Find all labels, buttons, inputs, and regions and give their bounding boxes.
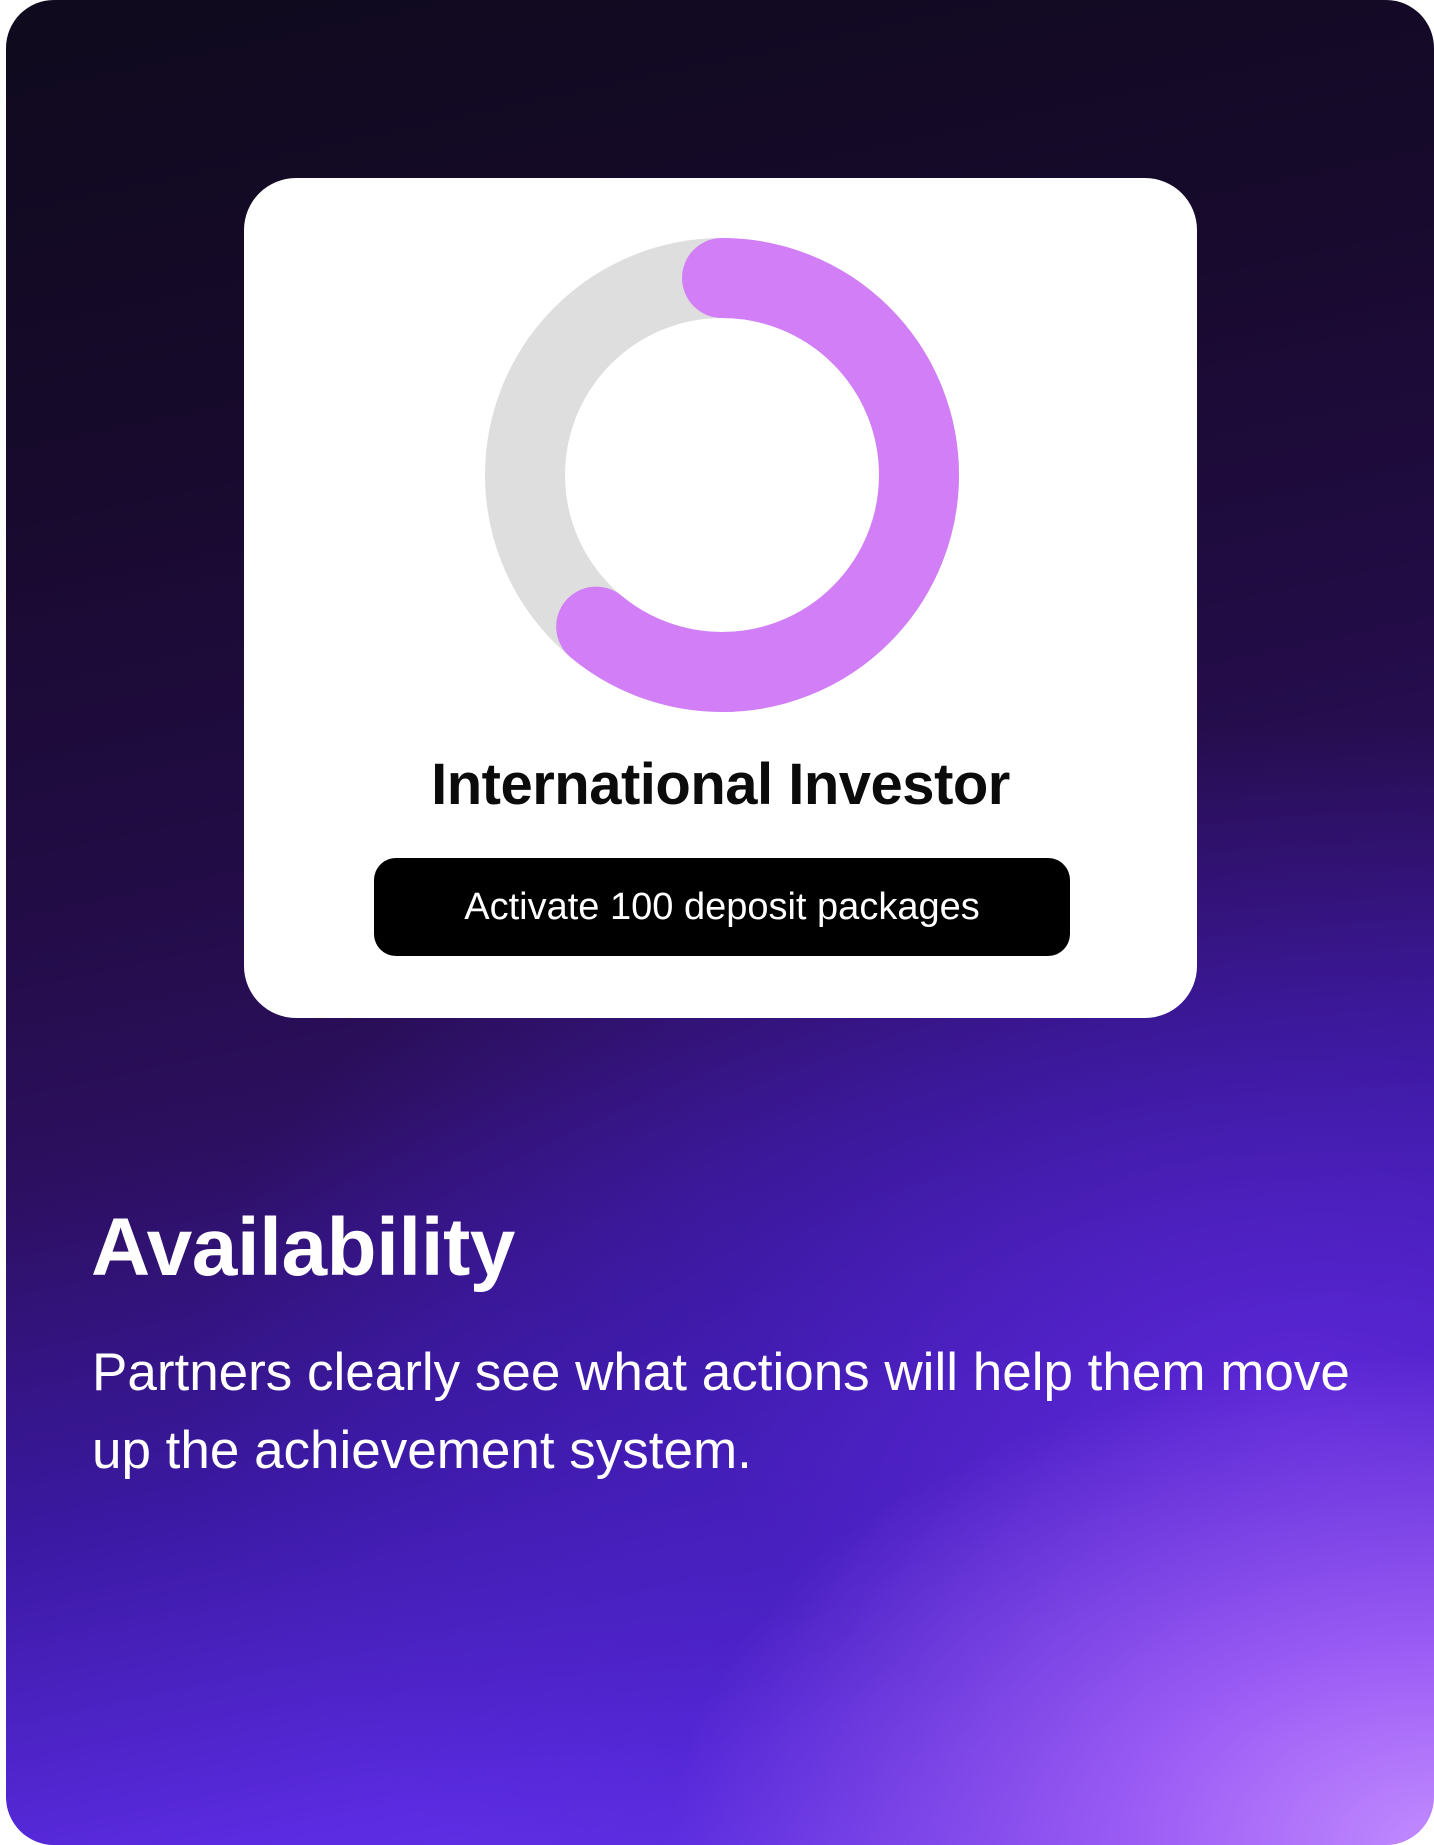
achievement-task-badge: Activate 100 deposit packages bbox=[374, 858, 1070, 956]
section-description: Partners clearly see what actions will h… bbox=[92, 1343, 1350, 1480]
achievement-title: International Investor bbox=[431, 752, 1010, 817]
feature-panel: International Investor Activate 100 depo… bbox=[6, 0, 1434, 1845]
progress-ring bbox=[485, 238, 959, 712]
achievement-task-label: Activate 100 deposit packages bbox=[464, 886, 980, 928]
achievement-card: International Investor Activate 100 depo… bbox=[244, 178, 1197, 1018]
section-heading: Availability bbox=[91, 1202, 515, 1293]
